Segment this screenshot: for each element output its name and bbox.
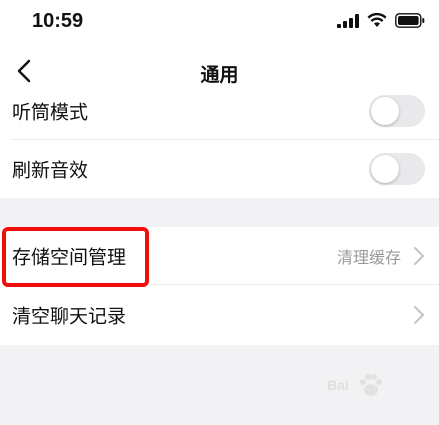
settings-row-clear-chat-history[interactable]: 清空聊天记录 [0, 286, 439, 344]
settings-row-receiver-mode: 听筒模式 [0, 82, 439, 140]
status-icons [337, 12, 425, 32]
row-label: 存储空间管理 [12, 246, 127, 269]
settings-group-sound: 听筒模式 刷新音效 [0, 95, 439, 198]
receiver-mode-toggle[interactable] [369, 95, 425, 127]
watermark: Bai [327, 371, 413, 403]
signal-icon [337, 13, 359, 32]
refresh-sound-toggle[interactable] [369, 153, 425, 185]
settings-group-storage: 存储空间管理 清理缓存 清空聊天记录 [0, 227, 439, 345]
settings-row-refresh-sound: 刷新音效 [0, 140, 439, 198]
chevron-right-icon [413, 305, 425, 325]
row-label: 听筒模式 [12, 101, 89, 124]
chevron-right-icon [413, 246, 425, 266]
toggle-knob [371, 97, 399, 125]
status-bar: 10:59 [0, 0, 439, 45]
battery-icon [395, 12, 425, 32]
toggle-knob [371, 155, 399, 183]
row-value: 清理缓存 [336, 248, 401, 267]
watermark-text: Bai [327, 377, 349, 393]
wifi-icon [367, 12, 387, 32]
paw-icon [357, 373, 385, 403]
status-time: 10:59 [32, 10, 84, 32]
row-label: 清空聊天记录 [12, 305, 127, 328]
divider [12, 284, 439, 285]
row-label: 刷新音效 [12, 159, 89, 182]
settings-row-storage-management[interactable]: 存储空间管理 清理缓存 [0, 227, 439, 285]
